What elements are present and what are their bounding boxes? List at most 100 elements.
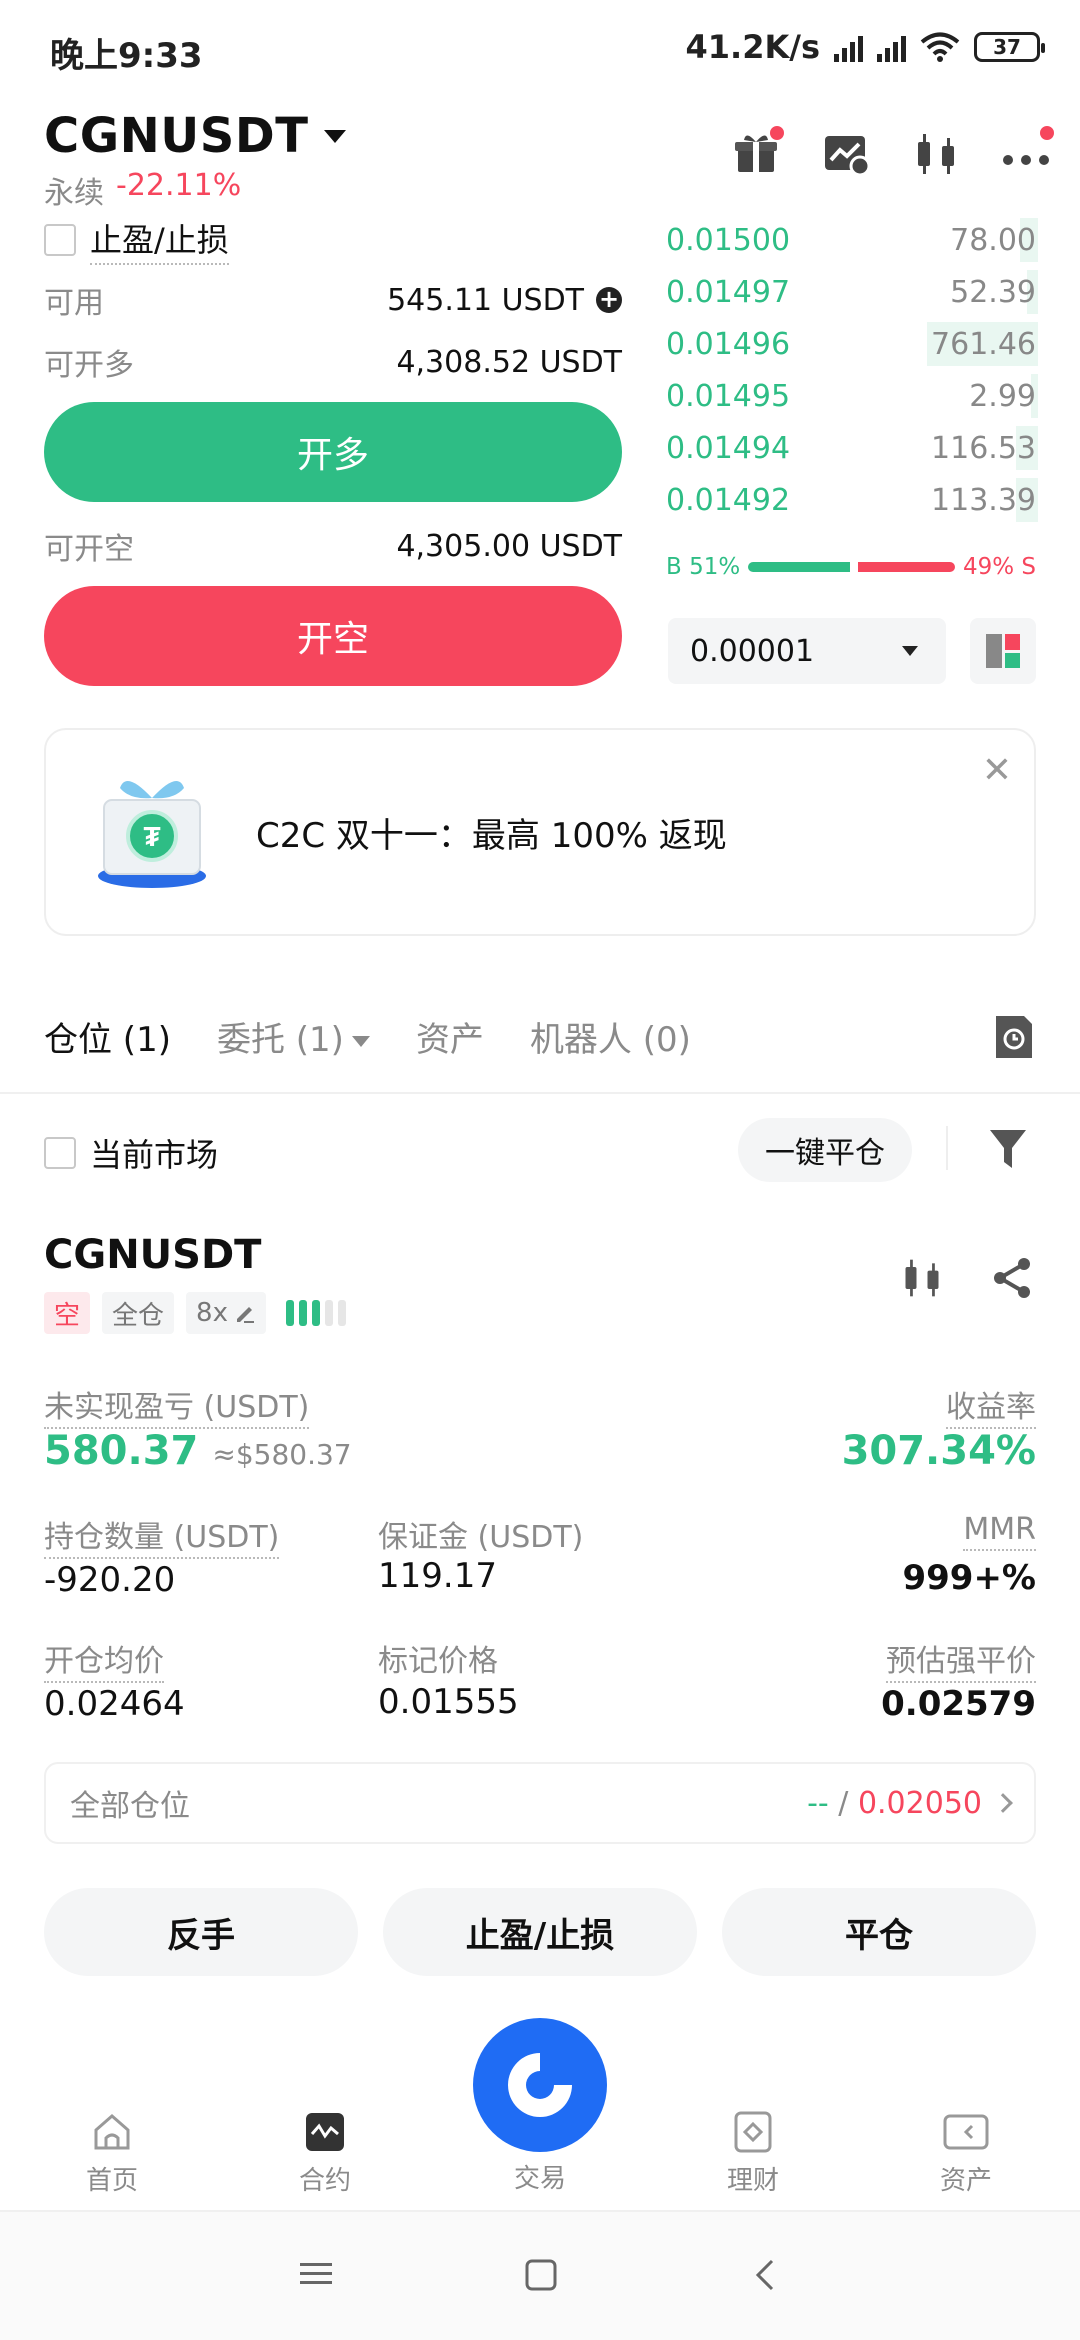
share-icon[interactable] bbox=[990, 1256, 1034, 1300]
tab-positions[interactable]: 仓位 (1) bbox=[44, 1012, 171, 1061]
header-actions bbox=[732, 126, 1054, 178]
open-short-button[interactable]: 开空 bbox=[44, 586, 622, 686]
precision-select[interactable]: 0.00001 bbox=[668, 618, 946, 684]
sl-price: 0.02050 bbox=[857, 1785, 982, 1821]
pair-selector[interactable]: CGNUSDT bbox=[44, 108, 347, 164]
filter-icon[interactable] bbox=[988, 1128, 1028, 1172]
nav-futures-label: 合约 bbox=[298, 2166, 351, 2196]
divider bbox=[946, 1126, 948, 1170]
orderbook-qty: 78.00 bbox=[950, 222, 1036, 258]
tab-bots[interactable]: 机器人 (0) bbox=[530, 1012, 691, 1061]
available-label: 可用 bbox=[44, 286, 104, 321]
mark-price-value: 0.01555 bbox=[378, 1682, 519, 1722]
sell-ratio-bar bbox=[857, 562, 955, 572]
unrealized-pnl: 580.37 ≈$580.37 bbox=[44, 1428, 352, 1474]
tpsl-toggle[interactable]: 止盈/止损 bbox=[44, 215, 229, 265]
chevron-down-icon bbox=[902, 646, 918, 656]
open-long-button[interactable]: 开多 bbox=[44, 402, 622, 502]
margin-value: 119.17 bbox=[378, 1556, 497, 1596]
tp-price: -- bbox=[807, 1785, 829, 1821]
available-value: 545.11 USDT bbox=[387, 282, 584, 318]
notification-dot bbox=[1040, 126, 1054, 140]
position-tabs: 仓位 (1) 委托 (1) 资产 机器人 (0) bbox=[44, 1012, 691, 1061]
add-funds-icon[interactable]: + bbox=[596, 287, 622, 313]
divider bbox=[0, 1092, 1080, 1094]
orderbook-price: 0.01495 bbox=[666, 378, 791, 414]
tpsl-checkbox[interactable] bbox=[44, 224, 76, 256]
home-square-icon[interactable] bbox=[524, 2258, 558, 2292]
liq-price-label: 预估强平价 bbox=[886, 1636, 1036, 1683]
order-book: 0.01500 78.00 0.01497 52.39 0.01496 761.46 0.0… bbox=[666, 214, 1038, 526]
gift-icon[interactable] bbox=[732, 126, 784, 178]
chart-edit-icon[interactable] bbox=[822, 130, 871, 178]
close-icon[interactable]: ✕ bbox=[982, 750, 1012, 791]
margin-mode-tag: 全仓 bbox=[102, 1292, 175, 1334]
current-market-filter[interactable]: 当前市场 bbox=[44, 1130, 218, 1176]
orderbook-price: 0.01494 bbox=[666, 430, 791, 466]
price-change: -22.11% bbox=[116, 168, 242, 203]
nav-futures[interactable]: 合约 bbox=[265, 2110, 385, 2197]
can-short-label: 可开空 bbox=[44, 532, 134, 567]
nav-trade-button[interactable] bbox=[473, 2018, 607, 2152]
orderbook-price: 0.01500 bbox=[666, 222, 791, 258]
position-tags: 空 全仓 8x bbox=[44, 1292, 346, 1334]
svg-text:₮: ₮ bbox=[143, 821, 160, 852]
roe-value: 307.34% bbox=[841, 1428, 1036, 1474]
adl-bar bbox=[324, 1300, 333, 1326]
tab-assets[interactable]: 资产 bbox=[416, 1012, 484, 1061]
precision-value: 0.00001 bbox=[690, 633, 815, 669]
all-positions-row[interactable]: 全部仓位 -- / 0.02050 bbox=[44, 1762, 1036, 1844]
current-market-checkbox[interactable] bbox=[44, 1137, 76, 1169]
nav-assets[interactable]: 资产 bbox=[906, 2110, 1026, 2197]
earn-icon bbox=[734, 2111, 772, 2153]
layout-icon bbox=[986, 634, 1020, 668]
orderbook-qty: 116.53 bbox=[931, 430, 1036, 466]
liq-price-value: 0.02579 bbox=[881, 1684, 1036, 1724]
side-tag: 空 bbox=[44, 1292, 91, 1334]
back-icon[interactable] bbox=[752, 2258, 780, 2292]
menu-icon[interactable] bbox=[300, 2258, 332, 2290]
can-long-label: 可开多 bbox=[44, 348, 134, 383]
candlestick-icon[interactable] bbox=[900, 1256, 944, 1300]
price-separator: / bbox=[828, 1785, 858, 1821]
nav-home[interactable]: 首页 bbox=[52, 2110, 172, 2197]
nav-trade-label: 交易 bbox=[513, 2164, 566, 2194]
wallet-icon bbox=[943, 2114, 989, 2150]
contract-info: 永续 -22.11% bbox=[44, 168, 241, 212]
history-document-icon[interactable] bbox=[994, 1014, 1034, 1060]
close-all-button[interactable]: 一键平仓 bbox=[738, 1118, 912, 1182]
roe-label: 收益率 bbox=[946, 1382, 1036, 1429]
orderbook-price: 0.01497 bbox=[666, 274, 791, 310]
status-time: 晚上9:33 bbox=[50, 36, 203, 76]
notification-dot bbox=[770, 126, 784, 140]
orderbook-row[interactable]: 0.01494 116.53 bbox=[666, 422, 1038, 474]
nav-assets-label: 资产 bbox=[939, 2166, 992, 2196]
reverse-button[interactable]: 反手 bbox=[44, 1888, 358, 1976]
orderbook-row[interactable]: 0.01500 78.00 bbox=[666, 214, 1038, 266]
buy-sell-ratio: B 51% 49% S bbox=[666, 554, 1036, 580]
gift-box-icon: ₮ bbox=[98, 780, 206, 888]
nav-earn[interactable]: 理财 bbox=[693, 2110, 813, 2197]
orderbook-price: 0.01492 bbox=[666, 482, 791, 518]
orderbook-row[interactable]: 0.01495 2.99 bbox=[666, 370, 1038, 422]
tpsl-button[interactable]: 止盈/止损 bbox=[383, 1888, 697, 1976]
promo-banner[interactable]: ₮ C2C 双十一：最高 100% 返现 ✕ bbox=[44, 728, 1036, 936]
position-symbol: CGNUSDT bbox=[44, 1232, 262, 1278]
unrealized-pnl-approx: ≈$580.37 bbox=[212, 1438, 352, 1471]
more-icon[interactable] bbox=[1002, 126, 1054, 178]
edit-icon bbox=[236, 1307, 254, 1323]
orderbook-row[interactable]: 0.01492 113.39 bbox=[666, 474, 1038, 526]
candlestick-icon[interactable] bbox=[912, 130, 960, 178]
orderbook-price: 0.01496 bbox=[666, 326, 791, 362]
orderbook-row[interactable]: 0.01497 52.39 bbox=[666, 266, 1038, 318]
available-row: 可用 545.11 USDT + bbox=[44, 278, 622, 322]
close-position-button[interactable]: 平仓 bbox=[722, 1888, 1036, 1976]
all-positions-label: 全部仓位 bbox=[70, 1789, 190, 1824]
tab-orders[interactable]: 委托 (1) bbox=[217, 1012, 370, 1061]
entry-price-value: 0.02464 bbox=[44, 1684, 185, 1724]
orderbook-layout-button[interactable] bbox=[970, 618, 1036, 684]
orderbook-qty: 2.99 bbox=[969, 378, 1036, 414]
leverage-tag[interactable]: 8x bbox=[186, 1292, 266, 1334]
buy-ratio-bar bbox=[748, 562, 850, 572]
orderbook-row[interactable]: 0.01496 761.46 bbox=[666, 318, 1038, 370]
